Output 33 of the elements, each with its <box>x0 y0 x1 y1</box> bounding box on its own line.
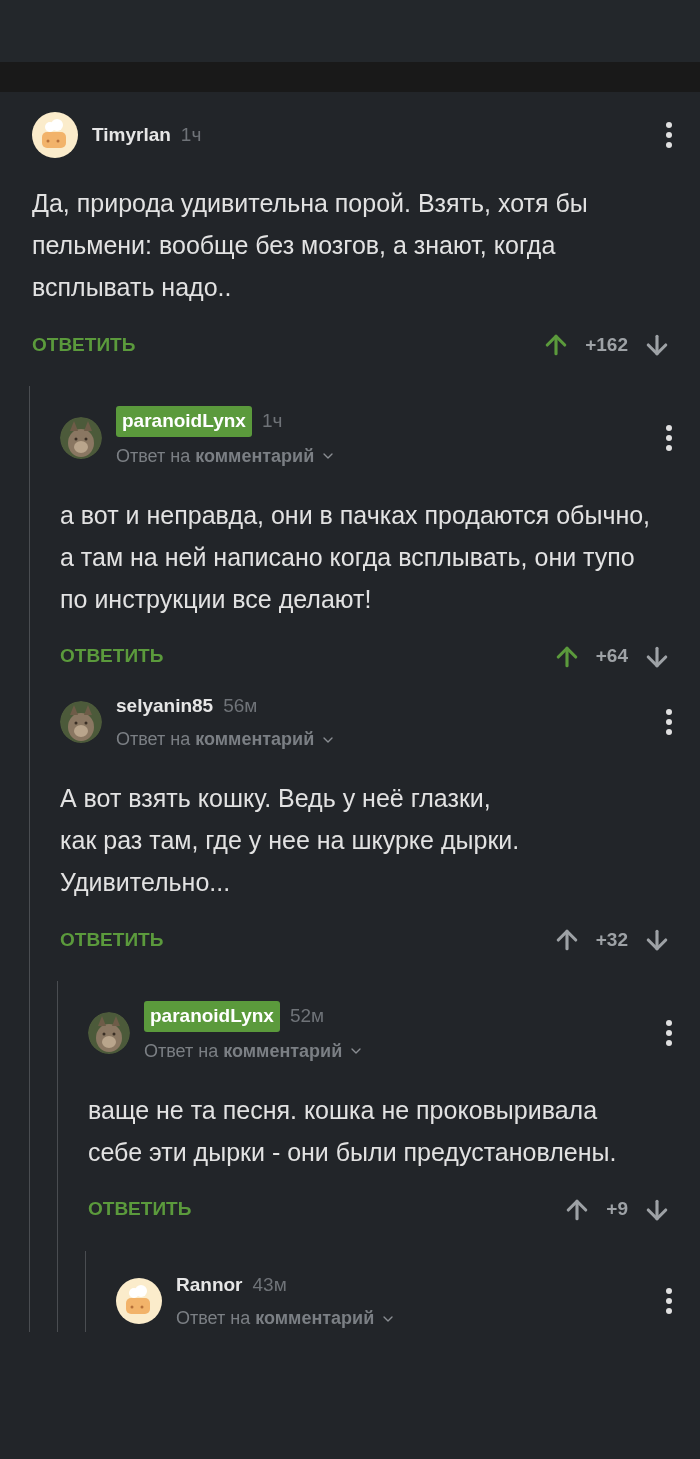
reply-link[interactable]: ОТВЕТИТЬ <box>88 1195 192 1224</box>
username[interactable]: Rannor <box>176 1270 243 1299</box>
reply-to-text[interactable]: Ответ на комментарий <box>144 1037 343 1065</box>
reply-to-text[interactable]: Ответ на комментарий <box>116 726 315 753</box>
comment-text: А вот взять кошку. Ведь у неё глазки, как раз там, где у нее на шкурке дырки. Удивительно... <box>60 783 521 898</box>
more-icon[interactable] <box>666 122 672 148</box>
username[interactable]: Timyrlan <box>92 120 171 150</box>
comment-time: 1ч <box>180 122 202 147</box>
username[interactable]: selyanin85 <box>116 691 214 720</box>
more-icon[interactable] <box>666 709 672 736</box>
score: +32 <box>595 927 628 952</box>
reply-to-text[interactable]: Ответ на комментарий <box>116 442 315 470</box>
avatar-icon <box>116 1278 162 1325</box>
username[interactable]: paranoidLynx <box>116 406 252 437</box>
comment-time: 43м <box>252 1272 287 1297</box>
username[interactable]: paranoidLynx <box>144 1001 280 1032</box>
more-icon[interactable] <box>666 1288 672 1315</box>
avatar-icon <box>32 112 78 158</box>
comment-text: а вот и неправда, они в пачках продаются обычно, а там на ней написано когда всплывать, они тупо по инструкции все делают! <box>60 499 652 615</box>
more-icon[interactable] <box>666 424 672 451</box>
comment-text: Да, природа удивительна порой. Взять, хотя бы пельмени: вообще без мозгов, а знают, когда всплывать надо.. <box>32 188 589 303</box>
more-icon[interactable] <box>666 1019 672 1046</box>
comment-text: ваще не та песня. кошка не проковыривала себе эти дырки - они были предустановлены. <box>88 1094 618 1168</box>
score: +64 <box>595 644 628 669</box>
score: +9 <box>606 1197 628 1222</box>
reply-to-text[interactable]: Ответ на комментарий <box>176 1305 375 1332</box>
comment-time: 52м <box>289 1004 325 1028</box>
reply-link[interactable]: ОТВЕТИТЬ <box>60 925 164 955</box>
reply-link[interactable]: ОТВЕТИТЬ <box>60 642 164 671</box>
comment-time: 56м <box>223 693 258 718</box>
comment-time: 1ч <box>261 409 283 433</box>
reply-link[interactable]: ОТВЕТИТЬ <box>32 330 136 360</box>
score: +162 <box>585 332 628 357</box>
